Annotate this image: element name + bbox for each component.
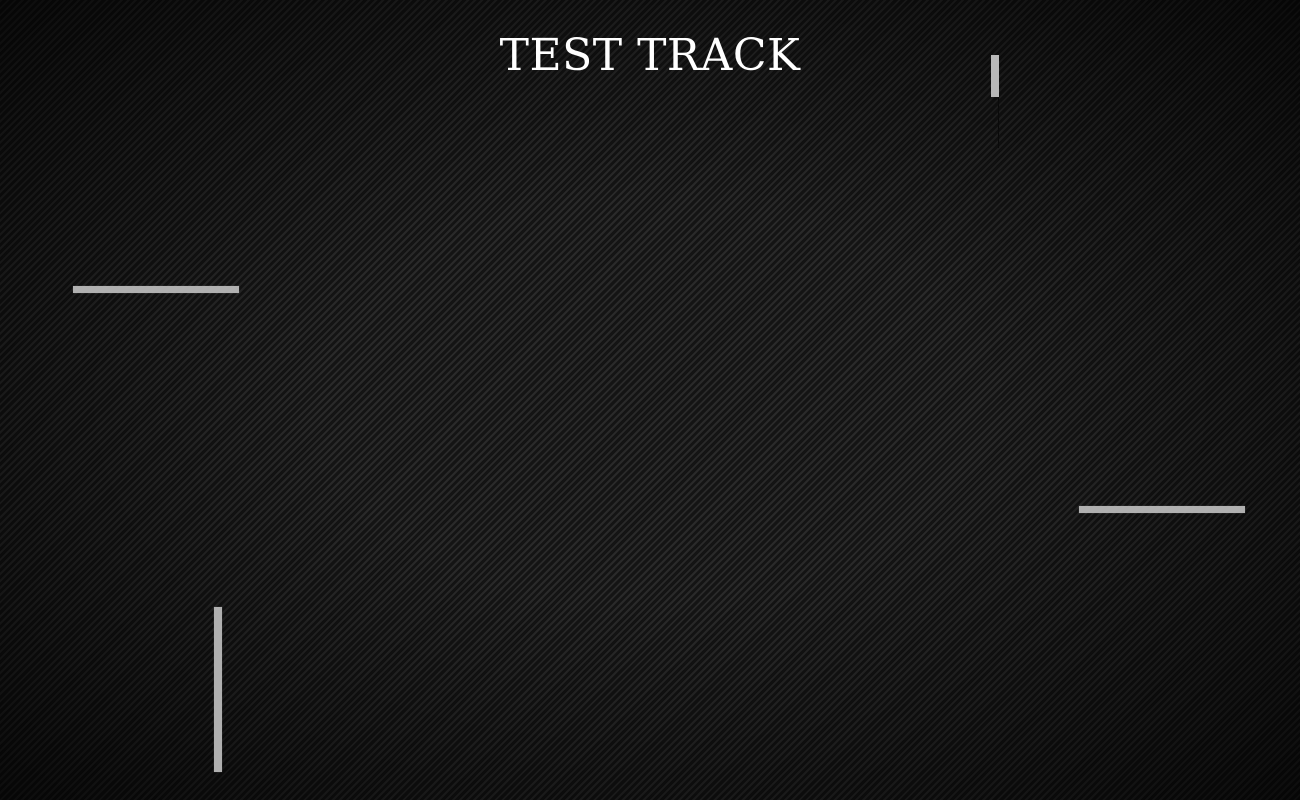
- level-meter: [991, 55, 1000, 148]
- track-bar-bottom-vertical[interactable]: [214, 607, 222, 772]
- track-bar-right[interactable]: [1079, 506, 1245, 513]
- level-meter-fill: [991, 55, 999, 97]
- test-track-canvas[interactable]: TEST TRACK: [0, 0, 1300, 800]
- page-title: TEST TRACK: [499, 30, 801, 81]
- track-bar-left[interactable]: [73, 286, 239, 293]
